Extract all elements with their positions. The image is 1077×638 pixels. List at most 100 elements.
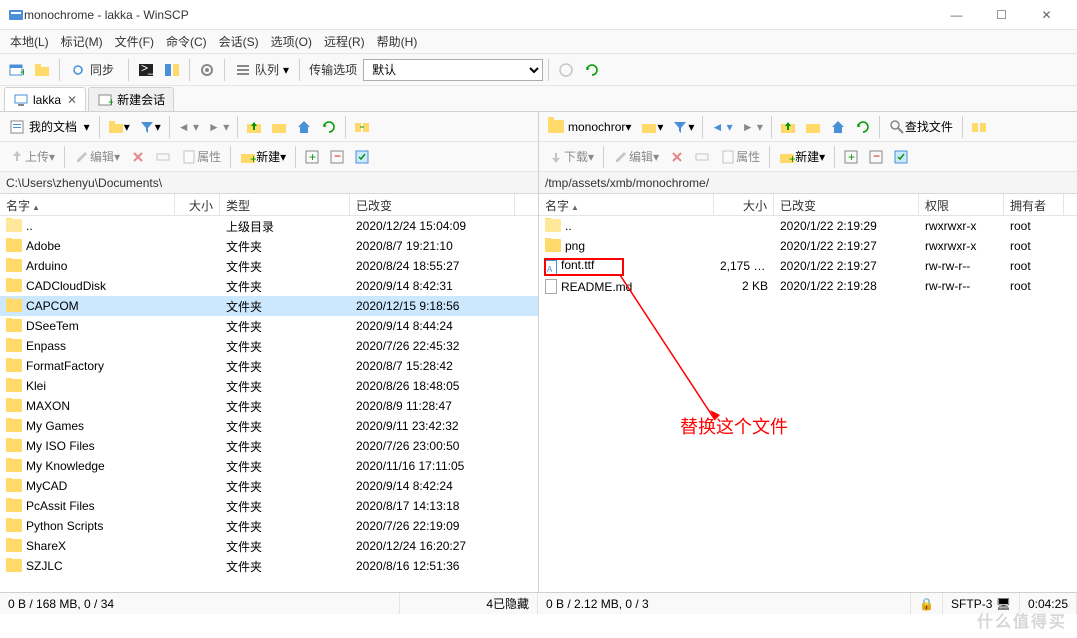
select-minus-icon[interactable]: − [325,145,349,169]
refresh-icon[interactable] [851,115,875,139]
home-icon[interactable] [826,115,850,139]
col-perm[interactable]: 权限 [919,194,1004,215]
sync-browse-icon[interactable] [967,115,991,139]
find-files-button[interactable]: 查找文件 [884,115,958,139]
sync-browse-icon[interactable] [350,115,374,139]
list-row[interactable]: Klei文件夹2020/8/26 18:48:05 [0,376,538,396]
rename-icon[interactable] [690,145,714,169]
delete-icon[interactable] [665,145,689,169]
col-size[interactable]: 大小 [175,194,220,215]
list-row[interactable]: ..2020/1/22 2:19:29rwxrwxr-xroot [539,216,1077,236]
reconnect-icon[interactable] [580,58,604,82]
local-path[interactable]: C:\Users\zhenyu\Documents\ [0,172,538,194]
menu-file[interactable]: 文件(F) [109,31,160,52]
parent-dir-icon[interactable] [776,115,800,139]
menu-session[interactable]: 会话(S) [213,31,265,52]
select-plus-icon[interactable]: + [300,145,324,169]
menu-help[interactable]: 帮助(H) [371,31,424,52]
list-row[interactable]: FormatFactory文件夹2020/8/7 15:28:42 [0,356,538,376]
filter-icon[interactable]: ▾ [135,115,165,139]
tab-new-session[interactable]: + 新建会话 [88,87,174,111]
list-row[interactable]: DSeeTem文件夹2020/9/14 8:44:24 [0,316,538,336]
menu-options[interactable]: 选项(O) [265,31,318,52]
list-row[interactable]: ..上级目录2020/12/24 15:04:09 [0,216,538,236]
download-button[interactable]: 下载 ▾ [543,145,599,169]
new-button[interactable]: +新建 ▾ [774,145,830,169]
list-row[interactable]: My Games文件夹2020/9/11 23:42:32 [0,416,538,436]
select-plus-icon[interactable]: + [839,145,863,169]
refresh-icon[interactable] [317,115,341,139]
delete-icon[interactable] [126,145,150,169]
list-row[interactable]: SZJLC文件夹2020/8/16 12:51:36 [0,556,538,576]
col-name[interactable]: 名字▲ [539,194,714,215]
list-row[interactable]: MAXON文件夹2020/8/9 11:28:47 [0,396,538,416]
list-row[interactable]: Afont.ttf2,175 KB2020/1/22 2:19:27rw-rw-… [539,256,1077,276]
root-dir-icon[interactable] [267,115,291,139]
col-changed[interactable]: 已改变 [774,194,919,215]
select-all-icon[interactable] [350,145,374,169]
local-file-list[interactable]: 名字▲ 大小 类型 已改变 ..上级目录2020/12/24 15:04:09A… [0,194,538,592]
list-row[interactable]: ShareX文件夹2020/12/24 16:20:27 [0,536,538,556]
menu-mark[interactable]: 标记(M) [55,31,109,52]
list-row[interactable]: MyCAD文件夹2020/9/14 8:42:24 [0,476,538,496]
disconnect-icon[interactable] [554,58,578,82]
menu-command[interactable]: 命令(C) [160,31,213,52]
properties-button[interactable]: 属性 [715,145,765,169]
list-row[interactable]: PcAssit Files文件夹2020/8/17 14:13:18 [0,496,538,516]
lock-indicator: 🔒 [911,593,943,614]
console-icon[interactable]: >_ [134,58,158,82]
close-button[interactable]: ✕ [1024,1,1069,29]
remote-path[interactable]: /tmp/assets/xmb/monochrome/ [539,172,1077,194]
tab-lakka[interactable]: lakka ✕ [4,87,86,111]
remote-file-list[interactable]: 名字▲ 大小 已改变 权限 拥有者 ..2020/1/22 2:19:29rwx… [539,194,1077,592]
sync-button[interactable]: 同步 [65,58,123,82]
filter-icon[interactable]: ▾ [668,115,698,139]
remote-drive-selector[interactable]: monochror ▾ [543,115,636,139]
local-drive-selector[interactable]: 我的文档 ▾ [4,115,95,139]
transfer-preset-combo[interactable]: 默认 [363,59,543,81]
list-row[interactable]: Python Scripts文件夹2020/7/26 22:19:09 [0,516,538,536]
nav-forward-icon[interactable]: ► ▾ [204,115,233,139]
col-type[interactable]: 类型 [220,194,350,215]
col-name[interactable]: 名字▲ [0,194,175,215]
list-row[interactable]: My ISO Files文件夹2020/7/26 23:00:50 [0,436,538,456]
tab-close-icon[interactable]: ✕ [67,93,77,107]
home-icon[interactable] [292,115,316,139]
new-button[interactable]: +新建 ▾ [235,145,291,169]
root-dir-icon[interactable] [801,115,825,139]
compare-icon[interactable] [160,58,184,82]
list-row[interactable]: My Knowledge文件夹2020/11/16 17:11:05 [0,456,538,476]
new-session-icon[interactable]: + [4,58,28,82]
menu-local[interactable]: 本地(L) [4,31,55,52]
col-size[interactable]: 大小 [714,194,774,215]
list-row[interactable]: Enpass文件夹2020/7/26 22:45:32 [0,336,538,356]
menu-remote[interactable]: 远程(R) [318,31,371,52]
upload-button[interactable]: 上传 ▾ [4,145,60,169]
list-row[interactable]: CAPCOM文件夹2020/12/15 9:18:56 [0,296,538,316]
col-changed[interactable]: 已改变 [350,194,515,215]
list-row[interactable]: Arduino文件夹2020/8/24 18:55:27 [0,256,538,276]
sites-icon[interactable] [30,58,54,82]
minimize-button[interactable]: — [934,1,979,29]
nav-forward-icon[interactable]: ► ▾ [738,115,767,139]
list-row[interactable]: png2020/1/22 2:19:27rwxrwxr-xroot [539,236,1077,256]
list-row[interactable]: README.md2 KB2020/1/22 2:19:28rw-rw-r--r… [539,276,1077,296]
gear-icon[interactable] [195,58,219,82]
parent-dir-icon[interactable] [242,115,266,139]
edit-button[interactable]: 编辑 ▾ [608,145,664,169]
col-owner[interactable]: 拥有者 [1004,194,1064,215]
nav-back-icon[interactable]: ◄ ▾ [174,115,203,139]
edit-button[interactable]: 编辑 ▾ [69,145,125,169]
list-row[interactable]: Adobe文件夹2020/8/7 19:21:10 [0,236,538,256]
queue-button[interactable]: 队列 ▾ [230,58,294,82]
remote-action-toolbar: 下载 ▾ 编辑 ▾ 属性 +新建 ▾ + − [539,142,1077,172]
select-all-icon[interactable] [889,145,913,169]
properties-button[interactable]: 属性 [176,145,226,169]
open-folder-icon[interactable]: ▾ [637,115,667,139]
select-minus-icon[interactable]: − [864,145,888,169]
nav-back-icon[interactable]: ◄ ▾ [707,115,736,139]
maximize-button[interactable]: ☐ [979,1,1024,29]
open-folder-icon[interactable]: ▾ [104,115,134,139]
list-row[interactable]: CADCloudDisk文件夹2020/9/14 8:42:31 [0,276,538,296]
rename-icon[interactable] [151,145,175,169]
